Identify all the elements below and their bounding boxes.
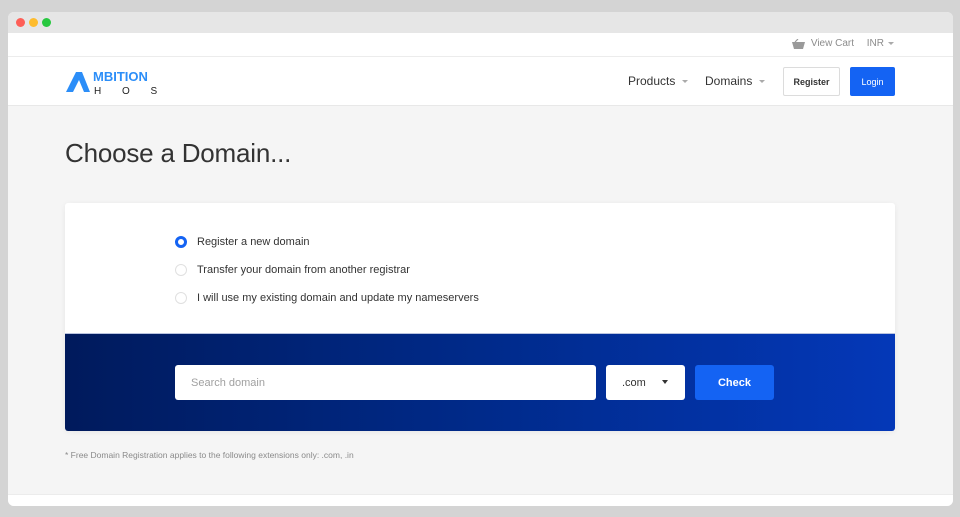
option-label: Register a new domain <box>197 236 310 248</box>
nav-domains-dropdown[interactable]: Domains <box>705 74 766 88</box>
page-title: Choose a Domain... <box>65 138 292 168</box>
basket-icon <box>791 38 805 49</box>
main-navbar: MBITION H O S T Products Domains Registe… <box>8 57 953 106</box>
login-button[interactable]: Login <box>850 67 895 96</box>
window-titlebar <box>8 12 953 33</box>
currency-label: INR <box>866 38 884 49</box>
chevron-down-icon <box>888 42 894 45</box>
nav-domains-label: Domains <box>705 74 753 88</box>
register-button[interactable]: Register <box>783 67 840 96</box>
search-domain-input[interactable] <box>175 365 596 400</box>
domain-selection-card: Register a new domain Transfer your doma… <box>65 203 895 431</box>
view-cart-link[interactable]: View Cart <box>791 38 854 49</box>
caret-down-icon <box>662 380 668 384</box>
view-cart-label: View Cart <box>810 38 854 49</box>
chevron-down-icon <box>682 79 689 83</box>
free-registration-note: * Free Domain Registration applies to th… <box>65 450 354 460</box>
currency-dropdown[interactable]: INR <box>867 38 894 49</box>
top-utility-bar: View Cart INR <box>8 33 953 57</box>
option-transfer-domain[interactable]: Transfer your domain from another regist… <box>175 256 479 284</box>
radio-use-existing-domain[interactable] <box>175 292 187 304</box>
option-register-new-domain[interactable]: Register a new domain <box>175 228 479 256</box>
logo-text-host: H O S T <box>94 86 178 96</box>
domain-option-group: Register a new domain Transfer your doma… <box>175 228 479 312</box>
check-button[interactable]: Check <box>695 365 774 400</box>
close-window-button[interactable] <box>16 18 25 27</box>
footer-strip <box>8 494 953 506</box>
tld-select[interactable]: .com <box>606 365 685 400</box>
minimize-window-button[interactable] <box>29 18 38 27</box>
radio-register-new-domain[interactable] <box>175 236 187 248</box>
ambition-host-logo[interactable]: MBITION H O S T <box>66 68 178 96</box>
tld-selected-value: .com <box>622 376 646 389</box>
nav-products-dropdown[interactable]: Products <box>628 74 689 88</box>
browser-window: View Cart INR MBITION H O S T Products D… <box>8 12 953 506</box>
option-label: Transfer your domain from another regist… <box>197 264 410 276</box>
nav-products-label: Products <box>628 74 676 88</box>
radio-transfer-domain[interactable] <box>175 264 187 276</box>
option-use-existing-domain[interactable]: I will use my existing domain and update… <box>175 284 479 312</box>
chevron-down-icon <box>759 79 766 83</box>
maximize-window-button[interactable] <box>42 18 51 27</box>
logo-text-ambition: MBITION <box>93 69 148 84</box>
domain-search-band: .com Check <box>65 333 895 431</box>
option-label: I will use my existing domain and update… <box>197 292 479 304</box>
